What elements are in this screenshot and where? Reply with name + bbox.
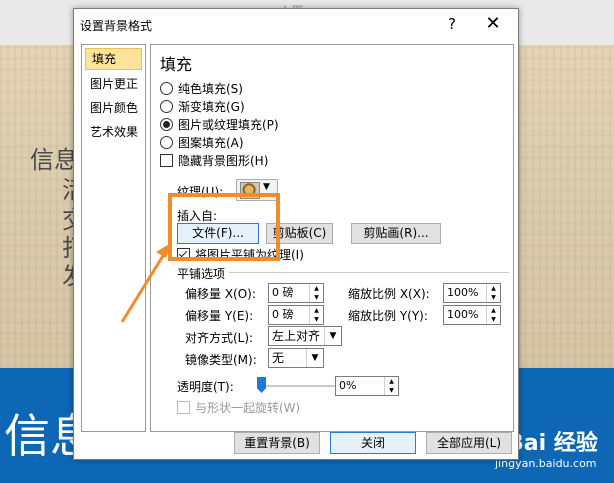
annotation-arrow [120, 243, 171, 323]
arrow-shaft [120, 250, 168, 323]
arrow-head [156, 243, 171, 258]
